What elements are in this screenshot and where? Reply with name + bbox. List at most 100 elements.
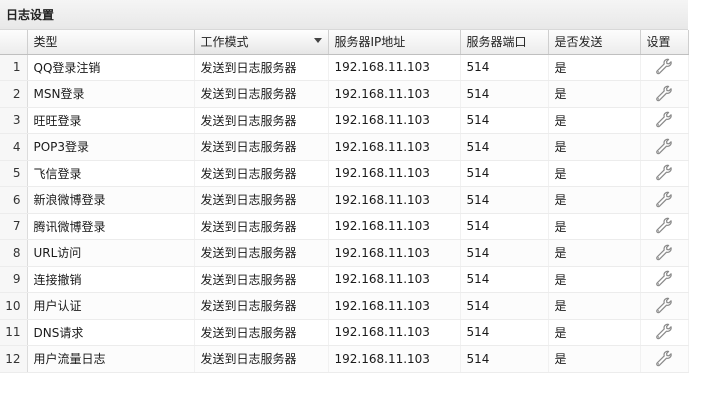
wrench-icon[interactable] [654,190,674,210]
cell-send: 是 [548,80,641,108]
cell-send: 是 [548,266,641,293]
cell-server-port: 514 [460,239,549,267]
wrench-icon[interactable] [654,137,674,157]
wrench-icon[interactable] [654,163,674,183]
cell-settings [640,239,689,267]
cell-type: 腾讯微博登录 [27,213,195,240]
cell-server-ip: 192.168.11.103 [328,319,461,346]
cell-send: 是 [548,133,641,161]
column-header-send[interactable]: 是否发送 [548,30,641,55]
row-number: 12 [0,345,28,373]
table-row[interactable]: 9 连接撤销 发送到日志服务器 192.168.11.103 514 是 [0,266,689,293]
table-row[interactable]: 6 新浪微博登录 发送到日志服务器 192.168.11.103 514 是 [0,186,689,214]
cell-mode: 发送到日志服务器 [194,319,329,346]
rownum-header [0,30,28,55]
row-number: 6 [0,186,28,214]
wrench-icon[interactable] [654,110,674,130]
cell-type: URL访问 [27,239,195,267]
row-number: 10 [0,292,28,320]
table-row[interactable]: 2 MSN登录 发送到日志服务器 192.168.11.103 514 是 [0,80,689,108]
cell-send: 是 [548,160,641,187]
cell-settings [640,213,689,240]
log-settings-panel: 日志设置 类型 工作模式 服务器IP地址 服务器端口 是否发送 设置 1 QQ登… [0,0,689,400]
cell-server-port: 514 [460,160,549,187]
cell-server-ip: 192.168.11.103 [328,266,461,293]
cell-mode: 发送到日志服务器 [194,107,329,134]
column-header-server-port[interactable]: 服务器端口 [460,30,549,55]
cell-settings [640,107,689,134]
row-number: 5 [0,160,28,187]
cell-type: 连接撤销 [27,266,195,293]
table-row[interactable]: 8 URL访问 发送到日志服务器 192.168.11.103 514 是 [0,239,689,267]
cell-mode: 发送到日志服务器 [194,133,329,161]
cell-server-ip: 192.168.11.103 [328,133,461,161]
row-number: 8 [0,239,28,267]
table-body: 1 QQ登录注销 发送到日志服务器 192.168.11.103 514 是 2… [0,54,689,373]
cell-settings [640,54,689,81]
cell-mode: 发送到日志服务器 [194,186,329,214]
cell-server-port: 514 [460,319,549,346]
table-row[interactable]: 10 用户认证 发送到日志服务器 192.168.11.103 514 是 [0,292,689,320]
wrench-icon[interactable] [654,322,674,342]
cell-mode: 发送到日志服务器 [194,213,329,240]
wrench-icon[interactable] [654,349,674,369]
table-row[interactable]: 7 腾讯微博登录 发送到日志服务器 192.168.11.103 514 是 [0,213,689,240]
cell-type: 旺旺登录 [27,107,195,134]
cell-server-ip: 192.168.11.103 [328,160,461,187]
cell-mode: 发送到日志服务器 [194,80,329,108]
row-number: 3 [0,107,28,134]
cell-mode: 发送到日志服务器 [194,54,329,81]
cell-settings [640,292,689,320]
table-row[interactable]: 11 DNS请求 发送到日志服务器 192.168.11.103 514 是 [0,319,689,346]
cell-mode: 发送到日志服务器 [194,239,329,267]
row-number: 9 [0,266,28,293]
cell-server-ip: 192.168.11.103 [328,239,461,267]
cell-mode: 发送到日志服务器 [194,266,329,293]
cell-type: DNS请求 [27,319,195,346]
cell-type: 用户认证 [27,292,195,320]
cell-settings [640,319,689,346]
cell-settings [640,80,689,108]
cell-server-port: 514 [460,107,549,134]
table-row[interactable]: 12 用户流量日志 发送到日志服务器 192.168.11.103 514 是 [0,345,689,373]
table-row[interactable]: 5 飞信登录 发送到日志服务器 192.168.11.103 514 是 [0,160,689,187]
cell-type: QQ登录注销 [27,54,195,81]
cell-server-port: 514 [460,345,549,373]
cell-send: 是 [548,319,641,346]
cell-server-ip: 192.168.11.103 [328,80,461,108]
wrench-icon[interactable] [654,296,674,316]
table-row[interactable]: 4 POP3登录 发送到日志服务器 192.168.11.103 514 是 [0,133,689,161]
cell-type: 新浪微博登录 [27,186,195,214]
panel-title: 日志设置 [6,8,55,22]
cell-server-ip: 192.168.11.103 [328,54,461,81]
cell-server-port: 514 [460,292,549,320]
cell-server-ip: 192.168.11.103 [328,213,461,240]
column-header-mode[interactable]: 工作模式 [194,30,329,55]
wrench-icon[interactable] [654,216,674,236]
wrench-icon[interactable] [654,57,674,77]
row-number: 4 [0,133,28,161]
table-row[interactable]: 1 QQ登录注销 发送到日志服务器 192.168.11.103 514 是 [0,54,689,81]
wrench-icon[interactable] [654,84,674,104]
cell-server-ip: 192.168.11.103 [328,186,461,214]
column-header-server-ip[interactable]: 服务器IP地址 [328,30,461,55]
cell-type: 飞信登录 [27,160,195,187]
column-header-settings[interactable]: 设置 [640,30,689,55]
table-row[interactable]: 3 旺旺登录 发送到日志服务器 192.168.11.103 514 是 [0,107,689,134]
dropdown-arrow-icon[interactable] [313,38,322,43]
cell-send: 是 [548,107,641,134]
row-number: 1 [0,54,28,81]
cell-settings [640,186,689,214]
cell-server-port: 514 [460,80,549,108]
cell-server-port: 514 [460,54,549,81]
cell-mode: 发送到日志服务器 [194,292,329,320]
cell-type: POP3登录 [27,133,195,161]
cell-send: 是 [548,239,641,267]
cell-server-port: 514 [460,133,549,161]
cell-mode: 发送到日志服务器 [194,345,329,373]
cell-server-ip: 192.168.11.103 [328,292,461,320]
wrench-icon[interactable] [654,243,674,263]
column-header-type[interactable]: 类型 [27,30,195,55]
wrench-icon[interactable] [654,269,674,289]
column-header-mode-label: 工作模式 [200,35,249,50]
